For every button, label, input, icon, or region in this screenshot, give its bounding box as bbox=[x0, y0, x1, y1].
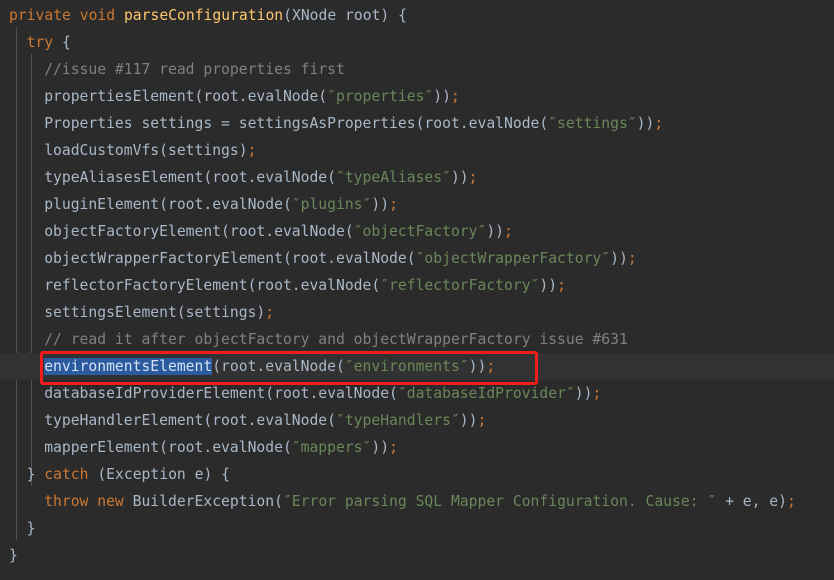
code-token: ″objectWrapperFactory″ bbox=[415, 250, 611, 267]
code-token: try bbox=[26, 34, 54, 51]
code-line[interactable]: objectFactoryElement(root.evalNode(″obje… bbox=[0, 218, 834, 245]
code-token: typeAliasesElement(root.evalNode( bbox=[44, 169, 336, 186]
code-token: void bbox=[79, 7, 116, 24]
code-token: )) bbox=[468, 358, 487, 375]
code-token: )) bbox=[539, 277, 558, 294]
code-line[interactable]: throw new BuilderException(″Error parsin… bbox=[0, 488, 834, 515]
code-token: ; bbox=[557, 277, 566, 294]
code-token: databaseIdProviderElement(root.evalNode( bbox=[44, 385, 398, 402]
code-line[interactable]: // read it after objectFactory and objec… bbox=[0, 326, 834, 353]
code-token: ; bbox=[265, 304, 275, 321]
code-token: throw bbox=[44, 493, 89, 510]
code-token: } bbox=[26, 466, 45, 483]
code-token: )) bbox=[433, 88, 451, 105]
code-line[interactable]: } bbox=[0, 542, 834, 569]
code-token: ; bbox=[389, 196, 398, 213]
code-token: ; bbox=[654, 115, 664, 132]
code-line[interactable]: propertiesElement(root.evalNode(″propert… bbox=[0, 83, 834, 110]
selected-identifier: environmentsElement bbox=[44, 358, 213, 375]
code-token: ″typeAliases″ bbox=[336, 169, 451, 186]
code-line[interactable]: reflectorFactoryElement(root.evalNode(″r… bbox=[0, 272, 834, 299]
code-token: { bbox=[53, 34, 71, 51]
code-line[interactable]: databaseIdProviderElement(root.evalNode(… bbox=[0, 380, 834, 407]
code-line[interactable]: //issue #117 read properties first bbox=[0, 56, 834, 83]
code-token: ; bbox=[592, 385, 602, 402]
code-token: ; bbox=[787, 493, 796, 510]
code-line[interactable]: Properties settings = settingsAsProperti… bbox=[0, 110, 834, 137]
code-token: new bbox=[97, 493, 124, 510]
code-line[interactable]: } catch (Exception e) { bbox=[0, 461, 834, 488]
code-token: ″typeHandlers″ bbox=[336, 412, 460, 429]
code-line[interactable]: settingsElement(settings); bbox=[0, 299, 834, 326]
code-token: )) bbox=[459, 412, 478, 429]
code-token: )) bbox=[450, 169, 469, 186]
code-token: )) bbox=[636, 115, 655, 132]
code-token: (root.evalNode( bbox=[212, 358, 345, 375]
code-line[interactable]: private void parseConfiguration(XNode ro… bbox=[0, 2, 834, 29]
code-token: objectFactoryElement(root.evalNode( bbox=[44, 223, 354, 240]
code-token: )) bbox=[486, 223, 505, 240]
code-token: ; bbox=[486, 358, 496, 375]
code-line[interactable]: typeHandlerElement(root.evalNode(″typeHa… bbox=[0, 407, 834, 434]
code-token: )) bbox=[371, 439, 390, 456]
code-token: ; bbox=[504, 223, 513, 240]
code-line[interactable]: pluginElement(root.evalNode(″plugins″)); bbox=[0, 191, 834, 218]
code-token: ″Error parsing SQL Mapper Configuration.… bbox=[282, 493, 717, 510]
code-token: loadCustomVfs(settings) bbox=[44, 142, 248, 159]
code-token: reflectorFactoryElement(root.evalNode( bbox=[44, 277, 381, 294]
code-token: private bbox=[9, 7, 71, 24]
code-token: ″plugins″ bbox=[291, 196, 372, 213]
code-token: )) bbox=[371, 196, 390, 213]
code-token: //issue #117 read properties first bbox=[44, 61, 345, 78]
code-token: ; bbox=[389, 439, 398, 456]
code-line[interactable]: typeAliasesElement(root.evalNode(″typeAl… bbox=[0, 164, 834, 191]
code-token: ; bbox=[450, 88, 460, 105]
code-token: mapperElement(root.evalNode( bbox=[44, 439, 292, 456]
code-token: + e, e) bbox=[716, 493, 787, 510]
code-line[interactable]: loadCustomVfs(settings); bbox=[0, 137, 834, 164]
code-token: ; bbox=[468, 169, 478, 186]
code-token: ″settings″ bbox=[548, 115, 637, 132]
code-token: parseConfiguration bbox=[123, 7, 284, 24]
code-editor[interactable]: private void parseConfiguration(XNode ro… bbox=[0, 0, 834, 580]
code-line[interactable]: objectWrapperFactoryElement(root.evalNod… bbox=[0, 245, 834, 272]
code-token: settingsElement(settings) bbox=[44, 304, 266, 321]
code-token: } bbox=[26, 520, 36, 537]
code-token: ″databaseIdProvider″ bbox=[397, 385, 575, 402]
code-line[interactable]: mapperElement(root.evalNode(″mappers″)); bbox=[0, 434, 834, 461]
code-token: ; bbox=[247, 142, 257, 159]
code-line[interactable]: } bbox=[0, 515, 834, 542]
code-token: objectWrapperFactoryElement(root.evalNod… bbox=[44, 250, 416, 267]
code-line[interactable]: environmentsElement(root.evalNode(″envir… bbox=[0, 353, 834, 380]
code-content[interactable]: private void parseConfiguration(XNode ro… bbox=[0, 2, 834, 569]
code-token: )) bbox=[610, 250, 628, 267]
code-token: ; bbox=[477, 412, 487, 429]
code-token: catch bbox=[44, 466, 89, 483]
code-token: ″environments″ bbox=[344, 358, 469, 375]
code-token: (Exception e) { bbox=[88, 466, 230, 483]
code-token: pluginElement(root.evalNode( bbox=[44, 196, 292, 213]
code-token: ; bbox=[627, 250, 637, 267]
code-token: typeHandlerElement(root.evalNode( bbox=[44, 412, 336, 429]
code-line[interactable]: try { bbox=[0, 29, 834, 56]
code-token: // read it after objectFactory and objec… bbox=[44, 331, 628, 348]
code-token: ″properties″ bbox=[327, 88, 434, 105]
code-token: ″mappers″ bbox=[291, 439, 372, 456]
code-token: Properties settings = settingsAsProperti… bbox=[44, 115, 549, 132]
code-token: ″objectFactory″ bbox=[353, 223, 487, 240]
code-token: BuilderException( bbox=[123, 493, 283, 510]
code-token: )) bbox=[574, 385, 593, 402]
code-token: } bbox=[9, 547, 18, 564]
code-token: ″reflectorFactory″ bbox=[380, 277, 540, 294]
code-token: propertiesElement(root.evalNode( bbox=[44, 88, 328, 105]
code-token: (XNode root) { bbox=[283, 7, 407, 24]
